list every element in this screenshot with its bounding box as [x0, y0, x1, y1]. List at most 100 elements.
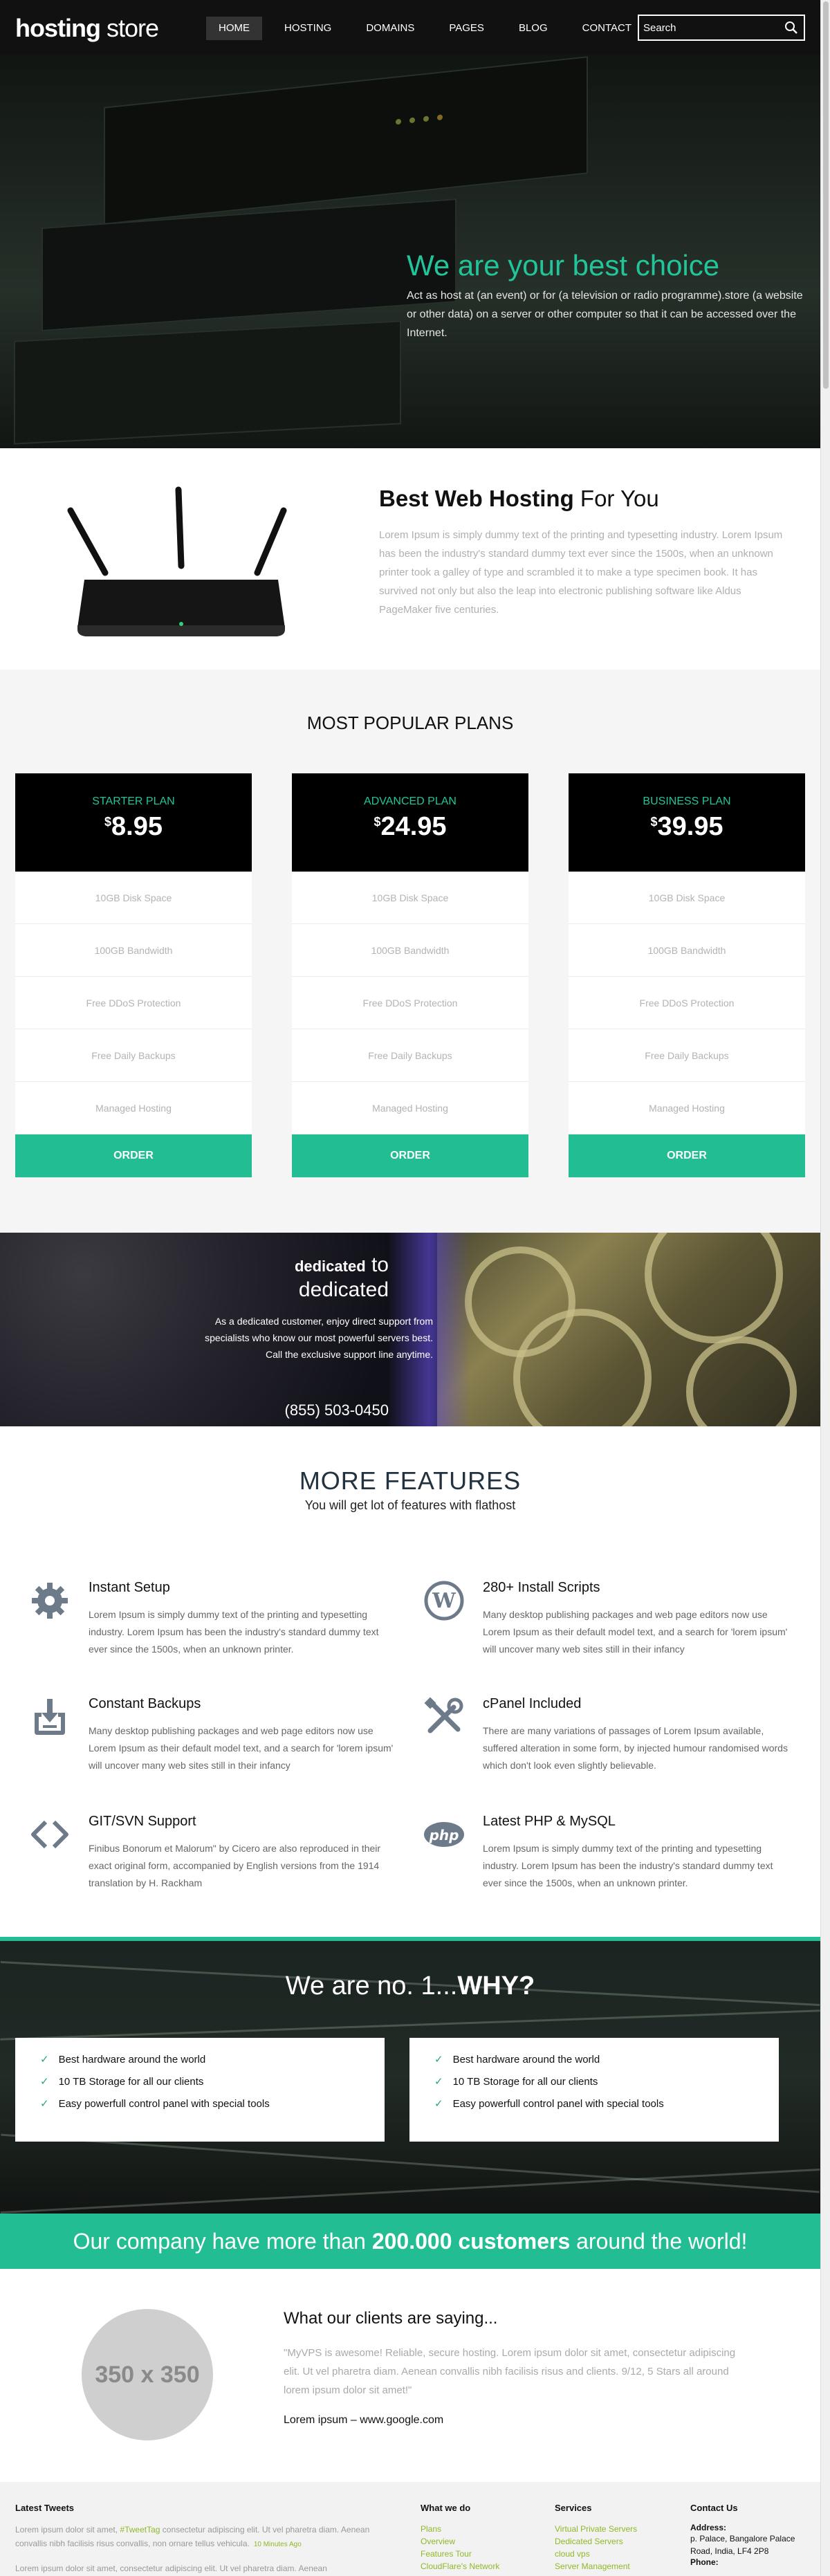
server-hardware-image — [437, 1233, 820, 1426]
nav-blog[interactable]: BLOG — [506, 17, 560, 40]
search-input[interactable] — [639, 21, 777, 34]
avatar: 350 x 350 — [82, 2309, 213, 2440]
plan-feature: Free DDoS Protection — [292, 977, 528, 1029]
support-phone[interactable]: (855) 503-0450 — [285, 1401, 389, 1419]
feature-title: Latest PHP & MySQL — [483, 1814, 616, 1829]
plans-section: MOST POPULAR PLANS STARTER PLAN $8.95 10… — [0, 670, 820, 1233]
search-icon[interactable] — [784, 21, 798, 35]
testimonial-author: Lorem ipsum – www.google.com — [284, 2414, 444, 2426]
testimonial-section: 350 x 350 What our clients are saying...… — [0, 2269, 820, 2482]
plan-feature: 10GB Disk Space — [292, 872, 528, 924]
intro-title: Best Web Hosting For You — [379, 486, 659, 511]
why-section: We are no. 1...WHY? ✓ Best hardware aroun… — [0, 1937, 820, 2214]
nav-hosting[interactable]: HOSTING — [272, 17, 344, 40]
svg-text:php: php — [429, 1827, 459, 1843]
feature-text: Lorem Ipsum is simply dummy text of the … — [89, 1609, 379, 1655]
list-item: ✓ Best hardware around the world — [40, 2053, 206, 2066]
why-list-left: ✓ Best hardware around the world ✓ 10 TB S… — [15, 2038, 385, 2142]
gear-icon — [32, 1583, 68, 1619]
footer-tweets: Latest Tweets Lorem ipsum dolor sit amet… — [15, 2503, 389, 2576]
hero-title: We are your best choice — [407, 249, 720, 282]
address-line: p. Palace, Bangalore Palace — [690, 2534, 795, 2543]
check-icon: ✓ — [434, 2076, 443, 2088]
plan-feature: Managed Hosting — [569, 1082, 805, 1134]
nav-domains[interactable]: DOMAINS — [353, 17, 427, 40]
footer: Latest Tweets Lorem ipsum dolor sit amet… — [0, 2482, 820, 2576]
footer-link-overview[interactable]: Overview — [421, 2535, 499, 2548]
list-item: ✓ Easy powerfull control panel with speci… — [40, 2097, 270, 2110]
hero-banner: We are your best choice Act as host at (… — [0, 54, 820, 448]
plan-feature: Free DDoS Protection — [15, 977, 252, 1029]
plan-feature: 10GB Disk Space — [569, 872, 805, 924]
plan-feature: 10GB Disk Space — [15, 872, 252, 924]
plans-title: MOST POPULAR PLANS — [306, 712, 514, 733]
main-menu: HOME HOSTING DOMAINS PAGES BLOG CONTACT — [206, 17, 654, 40]
footer-link-vps[interactable]: Virtual Private Servers — [555, 2523, 637, 2535]
feature-title: 280+ Install Scripts — [483, 1580, 600, 1595]
plan-card-starter: STARTER PLAN $8.95 10GB Disk Space 100GB… — [15, 773, 252, 1177]
order-button-advanced[interactable]: ORDER — [292, 1134, 528, 1177]
feature-title: Constant Backups — [89, 1696, 201, 1711]
list-item: ✓ Easy powerfull control panel with speci… — [434, 2097, 664, 2110]
phone-label: Phone: — [690, 2557, 719, 2567]
footer-heading: Latest Tweets — [15, 2503, 75, 2513]
tweet-time: 10 Minutes Ago — [253, 2541, 302, 2548]
check-icon: ✓ — [434, 2054, 443, 2066]
plan-name: STARTER PLAN — [92, 795, 175, 807]
footer-heading: What we do — [421, 2503, 471, 2513]
feature-title: GIT/SVN Support — [89, 1814, 196, 1829]
features-section: MORE FEATURES You will get lot of featur… — [0, 1426, 820, 1937]
nav-pages[interactable]: PAGES — [436, 17, 497, 40]
plan-header: BUSINESS PLAN $39.95 — [569, 773, 805, 872]
feature-title: Instant Setup — [89, 1580, 170, 1595]
plan-name: BUSINESS PLAN — [643, 795, 731, 807]
check-icon: ✓ — [40, 2098, 49, 2110]
list-item: ✓ 10 TB Storage for all our clients — [40, 2075, 204, 2088]
footer-contact: Contact Us Address: p. Palace, Bangalore… — [690, 2503, 795, 2567]
backup-icon — [35, 1699, 65, 1735]
why-list-right: ✓ Best hardware around the world ✓ 10 TB S… — [409, 2038, 779, 2142]
footer-services: Services Virtual Private Servers Dedicat… — [555, 2503, 637, 2573]
feature-text: Finibus Bonorum et Malorum" by Cicero ar… — [89, 1843, 381, 1888]
tweet-hashtag-link[interactable]: #TweetTag — [120, 2525, 160, 2534]
code-icon — [31, 1820, 68, 1849]
dedicated-text: As a dedicated customer, enjoy direct su… — [205, 1316, 433, 1360]
hero-text: Act as host at (an event) or for (a tele… — [407, 290, 803, 339]
testimonial-quote: "MyVPS is awesome! Reliable, secure host… — [284, 2347, 736, 2396]
plan-price: $8.95 — [104, 812, 163, 841]
dedicated-title: dedicated to dedicated — [294, 1253, 389, 1301]
plan-feature: 100GB Bandwidth — [292, 924, 528, 977]
footer-link-features-tour[interactable]: Features Tour — [421, 2548, 499, 2560]
search-box — [638, 15, 805, 41]
scrollbar-thumb[interactable] — [823, 1, 829, 389]
plan-header: ADVANCED PLAN $24.95 — [292, 773, 528, 872]
check-icon: ✓ — [40, 2076, 49, 2088]
footer-link-cloud-vps[interactable]: cloud vps — [555, 2548, 637, 2560]
plan-header: STARTER PLAN $8.95 — [15, 773, 252, 872]
check-icon: ✓ — [40, 2054, 49, 2066]
order-button-business[interactable]: ORDER — [569, 1134, 805, 1177]
check-icon: ✓ — [434, 2098, 443, 2110]
footer-what-we-do: What we do Plans Overview Features Tour … — [421, 2503, 499, 2573]
top-navbar: hosting store HOME HOSTING DOMAINS PAGES… — [0, 0, 820, 54]
footer-link-plans[interactable]: Plans — [421, 2523, 499, 2535]
page-scrollbar[interactable] — [820, 0, 830, 2576]
tweet: Lorem ipsum dolor sit amet, consectetur … — [15, 2564, 327, 2573]
tools-icon — [424, 1697, 463, 1733]
intro-section: Best Web Hosting For You Lorem Ipsum is … — [0, 448, 820, 670]
footer-link-cloudflare[interactable]: CloudFlare's Network — [421, 2560, 499, 2573]
svg-text:W: W — [432, 1589, 456, 1613]
router-image — [67, 486, 287, 636]
footer-link-server-management[interactable]: Server Management — [555, 2560, 637, 2573]
list-item: ✓ 10 TB Storage for all our clients — [434, 2075, 598, 2088]
nav-home[interactable]: HOME — [206, 17, 262, 40]
footer-heading: Services — [555, 2503, 592, 2513]
plan-feature: Free Daily Backups — [569, 1029, 805, 1082]
plan-feature: 100GB Bandwidth — [569, 924, 805, 977]
testimonial-title: What our clients are saying... — [284, 2309, 498, 2328]
footer-link-dedicated[interactable]: Dedicated Servers — [555, 2535, 637, 2548]
order-button-starter[interactable]: ORDER — [15, 1134, 252, 1177]
brand-logo[interactable]: hosting store — [15, 14, 159, 43]
nav-contact[interactable]: CONTACT — [570, 17, 644, 40]
wordpress-icon: W — [424, 1581, 464, 1621]
